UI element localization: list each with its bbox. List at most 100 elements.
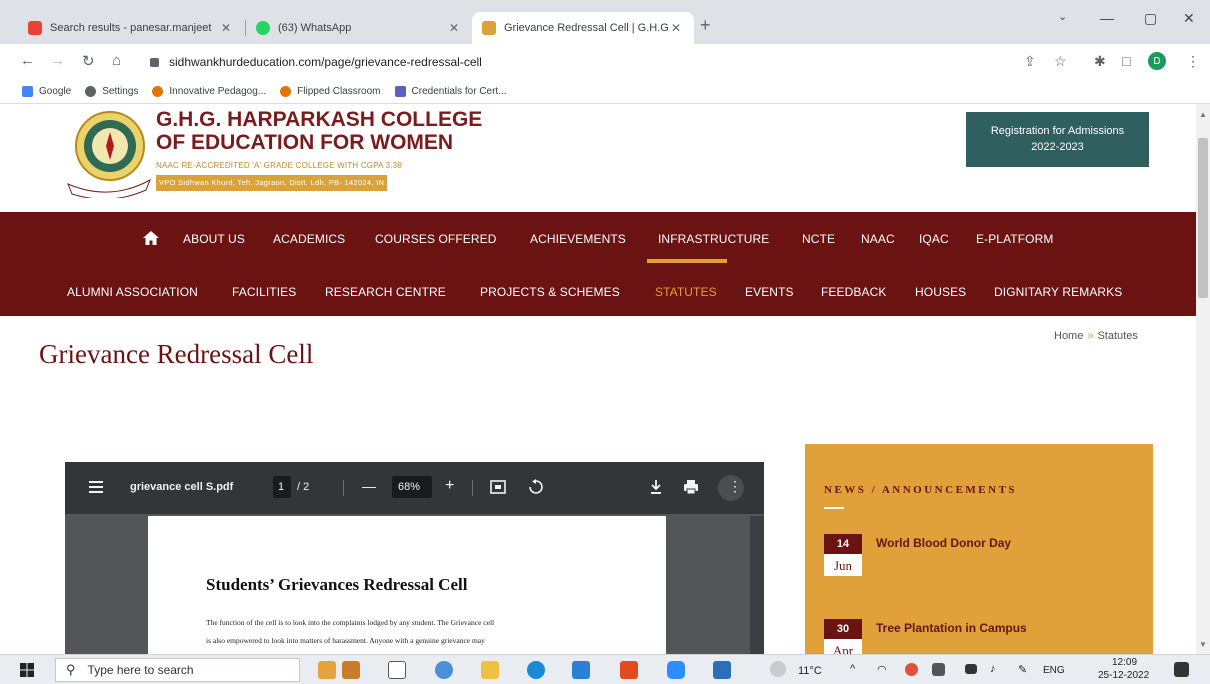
profile-avatar[interactable]: D: [1148, 52, 1166, 70]
download-icon[interactable]: [650, 479, 662, 495]
page-scrollbar[interactable]: ▲ ▼: [1196, 104, 1210, 654]
scrollbar-thumb[interactable]: [1198, 138, 1208, 298]
bookmark-credentials[interactable]: Credentials for Cert...: [394, 86, 507, 97]
url-text: sidhwankhurdeducation.com/page/grievance…: [169, 55, 482, 69]
back-icon[interactable]: ←: [20, 52, 35, 69]
pdf-scrollbar[interactable]: [750, 516, 764, 654]
temple-app-icon[interactable]: [318, 661, 336, 679]
clock-date[interactable]: 25-12-2022: [1098, 670, 1149, 681]
menu-item-statutes[interactable]: STATUTES: [655, 285, 717, 299]
side-panel-icon[interactable]: □: [1122, 53, 1130, 69]
temple-app-icon[interactable]: [342, 661, 360, 679]
language-indicator[interactable]: ENG: [1043, 665, 1065, 676]
office-icon[interactable]: [620, 661, 638, 679]
bookmark-star-icon[interactable]: ☆: [1054, 53, 1067, 70]
menu-item-infrastructure[interactable]: INFRASTRUCTURE: [658, 232, 769, 246]
url-bar[interactable]: sidhwankhurdeducation.com/page/grievance…: [140, 49, 1070, 75]
menu-item-naac[interactable]: NAAC: [861, 232, 895, 246]
bookmark-flipped[interactable]: Flipped Classroom: [280, 86, 381, 97]
print-icon[interactable]: [683, 479, 699, 495]
college-logo[interactable]: [62, 106, 152, 198]
menu-item-dignitary-remarks[interactable]: DIGNITARY REMARKS: [994, 285, 1122, 299]
tab-title: Search results - panesar.manjeet: [50, 22, 212, 34]
breadcrumb-home[interactable]: Home: [1054, 330, 1083, 342]
registration-button[interactable]: Registration for Admissions 2022-2023: [966, 112, 1149, 167]
reload-icon[interactable]: ↻: [82, 52, 95, 70]
menu-item-courses-offered[interactable]: COURSES OFFERED: [375, 232, 497, 246]
chevron-up-icon[interactable]: ^: [850, 663, 855, 675]
menu-item-academics[interactable]: ACADEMICS: [273, 232, 345, 246]
pdf-zoom-level: 68%: [398, 481, 421, 493]
tray-app-icon[interactable]: [905, 663, 918, 676]
bookmark-innovative[interactable]: Innovative Pedagog...: [152, 86, 266, 97]
scroll-down-icon[interactable]: ▼: [1199, 640, 1207, 649]
tab-grievance[interactable]: Grievance Redressal Cell | G.H.G. ✕: [472, 12, 694, 44]
menu-item-alumni-association[interactable]: ALUMNI ASSOCIATION: [67, 285, 198, 299]
rotate-icon[interactable]: [528, 479, 544, 495]
tab-whatsapp[interactable]: (63) WhatsApp ✕: [246, 12, 472, 44]
menu-item-projects-schemes[interactable]: PROJECTS & SCHEMES: [480, 285, 620, 299]
mail-icon[interactable]: [572, 661, 590, 679]
bookmark-label: Settings: [102, 86, 139, 97]
speaker-icon[interactable]: ♪: [990, 663, 996, 675]
new-tab-button[interactable]: +: [700, 15, 711, 36]
breadcrumb-separator: »: [1087, 330, 1094, 342]
home-icon[interactable]: ⌂: [112, 52, 121, 69]
close-icon[interactable]: ✕: [446, 21, 462, 35]
menu-item-e-platform[interactable]: E-PLATFORM: [976, 232, 1053, 246]
weather-icon[interactable]: [770, 661, 786, 677]
extensions-icon[interactable]: ✱: [1094, 53, 1106, 70]
bookmark-label: Credentials for Cert...: [411, 86, 507, 97]
bookmark-label: Flipped Classroom: [297, 86, 381, 97]
scroll-up-icon[interactable]: ▲: [1199, 110, 1207, 119]
tab-search-icon[interactable]: ⌄: [1058, 10, 1067, 23]
college-favicon-icon: [482, 21, 496, 35]
news-month: Apr: [824, 639, 862, 654]
menu-item-feedback[interactable]: FEEDBACK: [821, 285, 886, 299]
zoom-app-icon[interactable]: [667, 661, 685, 679]
close-icon[interactable]: ✕: [668, 21, 684, 35]
taskbar-search-box[interactable]: ⚲ Type here to search: [55, 658, 300, 682]
pen-icon[interactable]: ✎: [1018, 663, 1027, 676]
menu-item-iqac[interactable]: IQAC: [919, 232, 949, 246]
maximize-button[interactable]: ▢: [1144, 10, 1157, 27]
chrome-icon[interactable]: [435, 661, 453, 679]
word-icon[interactable]: [713, 661, 731, 679]
bookmark-settings[interactable]: Settings: [85, 86, 138, 97]
task-view-icon[interactable]: [388, 661, 406, 679]
edge-icon[interactable]: [527, 661, 545, 679]
tab-gmail[interactable]: Search results - panesar.manjeet ✕: [18, 12, 244, 44]
tray-app-icon[interactable]: [932, 663, 945, 676]
notification-icon[interactable]: [1174, 662, 1189, 677]
battery-icon[interactable]: [965, 664, 977, 674]
zoom-in-icon[interactable]: +: [445, 477, 454, 495]
menu-item-houses[interactable]: HOUSES: [915, 285, 966, 299]
zoom-out-icon[interactable]: —: [362, 478, 376, 494]
hamburger-menu-icon[interactable]: [89, 481, 103, 493]
clock-time[interactable]: 12:09: [1112, 657, 1137, 668]
forward-icon[interactable]: →: [50, 52, 65, 69]
close-window-button[interactable]: ✕: [1183, 10, 1195, 27]
menu-item-events[interactable]: EVENTS: [745, 285, 794, 299]
menu-item-facilities[interactable]: FACILITIES: [232, 285, 296, 299]
news-title-underline: [824, 507, 844, 509]
home-icon[interactable]: [143, 231, 159, 245]
flower-icon: [152, 86, 164, 97]
bookmark-google[interactable]: Google: [22, 86, 71, 97]
news-item-link[interactable]: Tree Plantation in Campus: [876, 621, 1027, 635]
wifi-icon[interactable]: ◠: [877, 663, 887, 676]
share-icon[interactable]: ⇪: [1024, 53, 1036, 70]
pdf-viewer[interactable]: grievance cell S.pdf 1 / 2 — 68% + ⋮ Stu…: [65, 462, 764, 654]
menu-item-ncte[interactable]: NCTE: [802, 232, 835, 246]
fit-page-icon[interactable]: [490, 480, 506, 494]
windows-start-icon[interactable]: [20, 663, 34, 677]
news-item-link[interactable]: World Blood Donor Day: [876, 536, 1011, 550]
close-icon[interactable]: ✕: [218, 21, 234, 35]
college-name-line1: G.H.G. HARPARKASH COLLEGE: [156, 108, 483, 131]
menu-dots-icon[interactable]: ⋮: [1186, 53, 1200, 70]
minimize-button[interactable]: —: [1100, 10, 1114, 26]
menu-item-research-centre[interactable]: RESEARCH CENTRE: [325, 285, 446, 299]
menu-item-about-us[interactable]: ABOUT US: [183, 232, 245, 246]
menu-item-achievements[interactable]: ACHIEVEMENTS: [530, 232, 626, 246]
file-explorer-icon[interactable]: [481, 661, 499, 679]
